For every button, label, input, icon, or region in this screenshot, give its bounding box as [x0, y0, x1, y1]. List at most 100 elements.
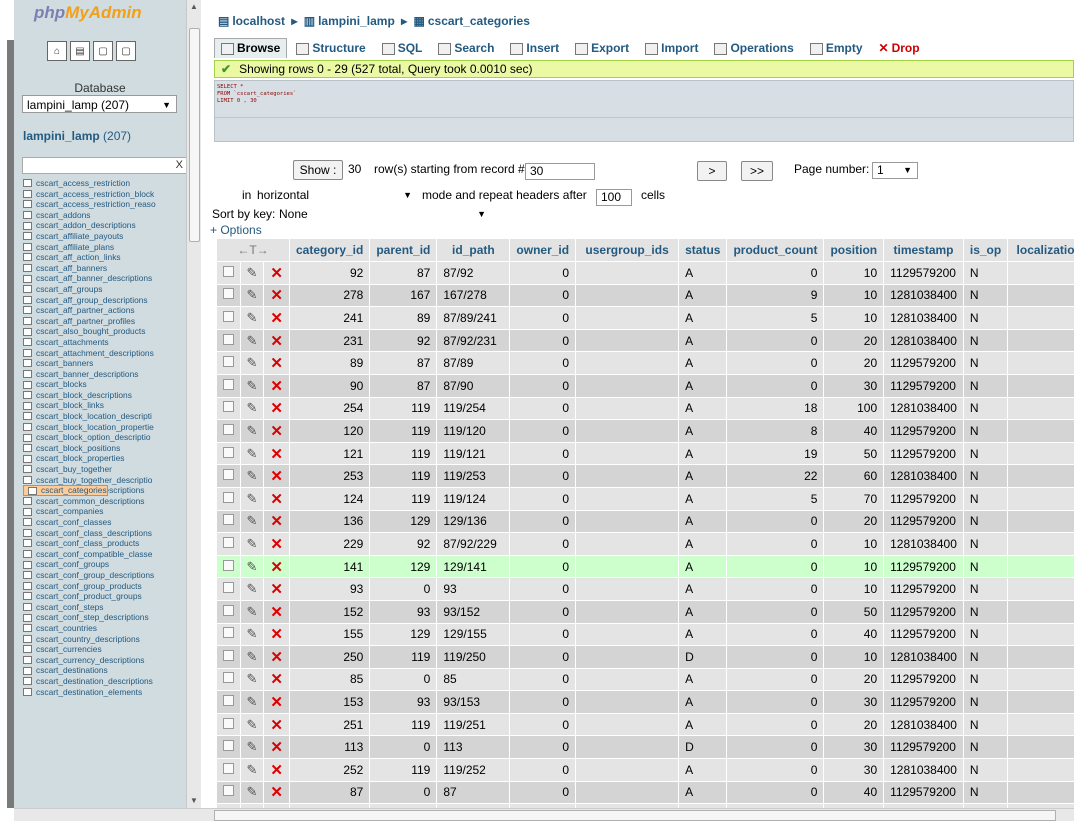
- sidebar-table-label[interactable]: cscart_conf_classes: [36, 517, 111, 528]
- sidebar-table-label[interactable]: cscart_attachment_descriptions: [36, 348, 154, 359]
- row-checkbox[interactable]: [222, 378, 234, 390]
- row-checkbox[interactable]: [222, 762, 234, 774]
- sidebar-table-item[interactable]: cscart_block_option_descriptio: [23, 432, 186, 443]
- row-checkbox[interactable]: [222, 672, 234, 684]
- sidebar-table-label[interactable]: cscart_country_descriptions: [36, 634, 140, 645]
- edit-pencil-icon[interactable]: ✎: [247, 355, 258, 370]
- delete-icon[interactable]: ✕: [270, 536, 283, 553]
- row-checkbox[interactable]: [222, 740, 234, 752]
- sidebar-table-item[interactable]: cscart_block_descriptions: [23, 390, 186, 401]
- options-link[interactable]: + Options: [210, 223, 262, 237]
- breadcrumb-table[interactable]: cscart_categories: [428, 14, 530, 28]
- last-page-button[interactable]: >>: [741, 161, 773, 181]
- sidebar-table-label[interactable]: cscart_addon_descriptions: [36, 220, 136, 231]
- table-row[interactable]: ✎ ✕ 229 92 87/92/229 0 A 0 10 1281038400 N: [216, 532, 1074, 556]
- sidebar-table-item[interactable]: cscart_block_positions: [23, 443, 186, 454]
- sidebar-scroll-thumb[interactable]: [189, 28, 200, 242]
- table-icon[interactable]: [23, 571, 32, 580]
- sidebar-horizontal-scrollbar[interactable]: [14, 808, 200, 821]
- row-checkbox[interactable]: [222, 423, 234, 435]
- table-icon[interactable]: [23, 401, 32, 410]
- delete-icon[interactable]: ✕: [270, 559, 283, 576]
- sidebar-table-label[interactable]: cscart_access_restriction_block: [36, 189, 154, 200]
- sidebar-table-label[interactable]: cscart_aff_groups: [36, 284, 102, 295]
- row-checkbox[interactable]: [222, 310, 234, 322]
- sidebar-table-item[interactable]: cscart_block_links: [23, 400, 186, 411]
- table-icon[interactable]: [23, 359, 32, 368]
- sidebar-table-label[interactable]: cscart_companies: [36, 506, 104, 517]
- edit-pencil-icon[interactable]: ✎: [247, 626, 258, 641]
- sidebar-table-item[interactable]: cscart_block_location_descripti: [23, 411, 186, 422]
- delete-icon[interactable]: ✕: [270, 265, 283, 282]
- sidebar-table-item[interactable]: cscart_destinations: [23, 665, 186, 676]
- table-icon[interactable]: [23, 656, 32, 665]
- edit-pencil-icon[interactable]: ✎: [247, 739, 258, 754]
- sidebar-table-label[interactable]: cscart_conf_step_descriptions: [36, 612, 149, 623]
- table-icon[interactable]: [23, 338, 32, 347]
- table-row[interactable]: ✎ ✕ 90 87 87/90 0 A 0 30 1129579200 N: [216, 374, 1074, 398]
- column-header-owner_id[interactable]: owner_id: [509, 238, 577, 262]
- tab-insert[interactable]: Insert: [503, 38, 566, 59]
- table-row[interactable]: ✎ ✕ 251 119 119/251 0 A 0 20 1281038400 N: [216, 713, 1074, 737]
- sidebar-table-item[interactable]: cscart_conf_step_descriptions: [23, 612, 186, 623]
- table-icon[interactable]: [23, 285, 32, 294]
- column-header-usergroup_ids[interactable]: usergroup_ids: [575, 238, 680, 262]
- sidebar-table-label[interactable]: cscart_currencies: [36, 644, 102, 655]
- sidebar-table-label[interactable]: cscart_buy_together_descriptio: [36, 475, 152, 486]
- row-checkbox[interactable]: [222, 695, 234, 707]
- tab-drop[interactable]: ✕ Drop: [872, 38, 927, 59]
- docs-icon[interactable]: ▢: [93, 41, 113, 61]
- table-icon[interactable]: [23, 465, 32, 474]
- column-header-is_op[interactable]: is_op: [962, 238, 1009, 262]
- sort-by-key-select[interactable]: None ▼: [274, 206, 492, 223]
- sidebar-table-label[interactable]: cscart_block_links: [36, 400, 104, 411]
- table-icon[interactable]: [23, 550, 32, 559]
- table-icon[interactable]: [23, 433, 32, 442]
- page-number-select[interactable]: 1 ▼: [872, 162, 918, 179]
- sidebar-table-label[interactable]: cscart_aff_banners: [36, 263, 107, 274]
- sidebar-table-item[interactable]: cscart_buy_together_descriptio: [23, 475, 186, 486]
- repeat-headers-input[interactable]: 100: [596, 189, 632, 206]
- sidebar-table-label[interactable]: cscart_block_descriptions: [36, 390, 132, 401]
- sidebar-table-item[interactable]: cscart_banners: [23, 358, 186, 369]
- delete-icon[interactable]: ✕: [270, 694, 283, 711]
- sidebar-table-item[interactable]: cscart_access_restriction_reaso: [23, 199, 186, 210]
- sidebar-table-item[interactable]: cscart_attachment_descriptions: [23, 348, 186, 359]
- home-icon[interactable]: ⌂: [47, 41, 67, 61]
- delete-icon[interactable]: ✕: [270, 378, 283, 395]
- delete-icon[interactable]: ✕: [270, 717, 283, 734]
- sidebar-table-label[interactable]: cscart_aff_action_links: [36, 252, 121, 263]
- row-checkbox[interactable]: [222, 717, 234, 729]
- sidebar-table-label[interactable]: cscart_conf_compatible_classe: [36, 549, 152, 560]
- table-row[interactable]: ✎ ✕ 136 129 129/136 0 A 0 20 1129579200 N: [216, 510, 1074, 534]
- scroll-down-icon[interactable]: ▼: [187, 794, 201, 808]
- table-icon[interactable]: [23, 200, 32, 209]
- sidebar-table-item[interactable]: cscart_aff_groups: [23, 284, 186, 295]
- table-row[interactable]: ✎ ✕ 252 119 119/252 0 A 0 30 1281038400 N: [216, 758, 1074, 782]
- breadcrumb-server[interactable]: localhost: [232, 14, 285, 28]
- row-checkbox[interactable]: [222, 559, 234, 571]
- sidebar-table-item[interactable]: cscart_aff_action_links: [23, 252, 186, 263]
- table-icon[interactable]: [23, 242, 32, 251]
- edit-pencil-icon[interactable]: ✎: [247, 694, 258, 709]
- edit-pencil-icon[interactable]: ✎: [247, 491, 258, 506]
- delete-icon[interactable]: ✕: [270, 513, 283, 530]
- sidebar-table-item[interactable]: cscart_banner_descriptions: [23, 369, 186, 380]
- sidebar-table-label[interactable]: cscart_access_restriction_reaso: [36, 199, 156, 210]
- row-checkbox[interactable]: [222, 265, 234, 277]
- table-icon[interactable]: [23, 581, 32, 590]
- edit-pencil-icon[interactable]: ✎: [247, 536, 258, 551]
- table-icon[interactable]: [23, 603, 32, 612]
- row-checkbox[interactable]: [222, 491, 234, 503]
- sql-query-icon[interactable]: ▤: [70, 41, 90, 61]
- sidebar-table-label[interactable]: cscart_access_restriction: [36, 178, 130, 189]
- sidebar-table-label[interactable]: cscart_conf_class_products: [36, 538, 139, 549]
- column-header-id_path[interactable]: id_path: [436, 238, 511, 262]
- row-checkbox[interactable]: [222, 785, 234, 797]
- sidebar-table-label[interactable]: cscart_currency_descriptions: [36, 655, 144, 666]
- table-row[interactable]: ✎ ✕ 253 119 119/253 0 A 22 60 1281038400 N: [216, 464, 1074, 488]
- sidebar-table-item[interactable]: cscart_destination_descriptions: [23, 676, 186, 687]
- table-icon[interactable]: [23, 634, 32, 643]
- delete-icon[interactable]: ✕: [270, 400, 283, 417]
- display-mode-select[interactable]: horizontal ▼: [252, 187, 418, 204]
